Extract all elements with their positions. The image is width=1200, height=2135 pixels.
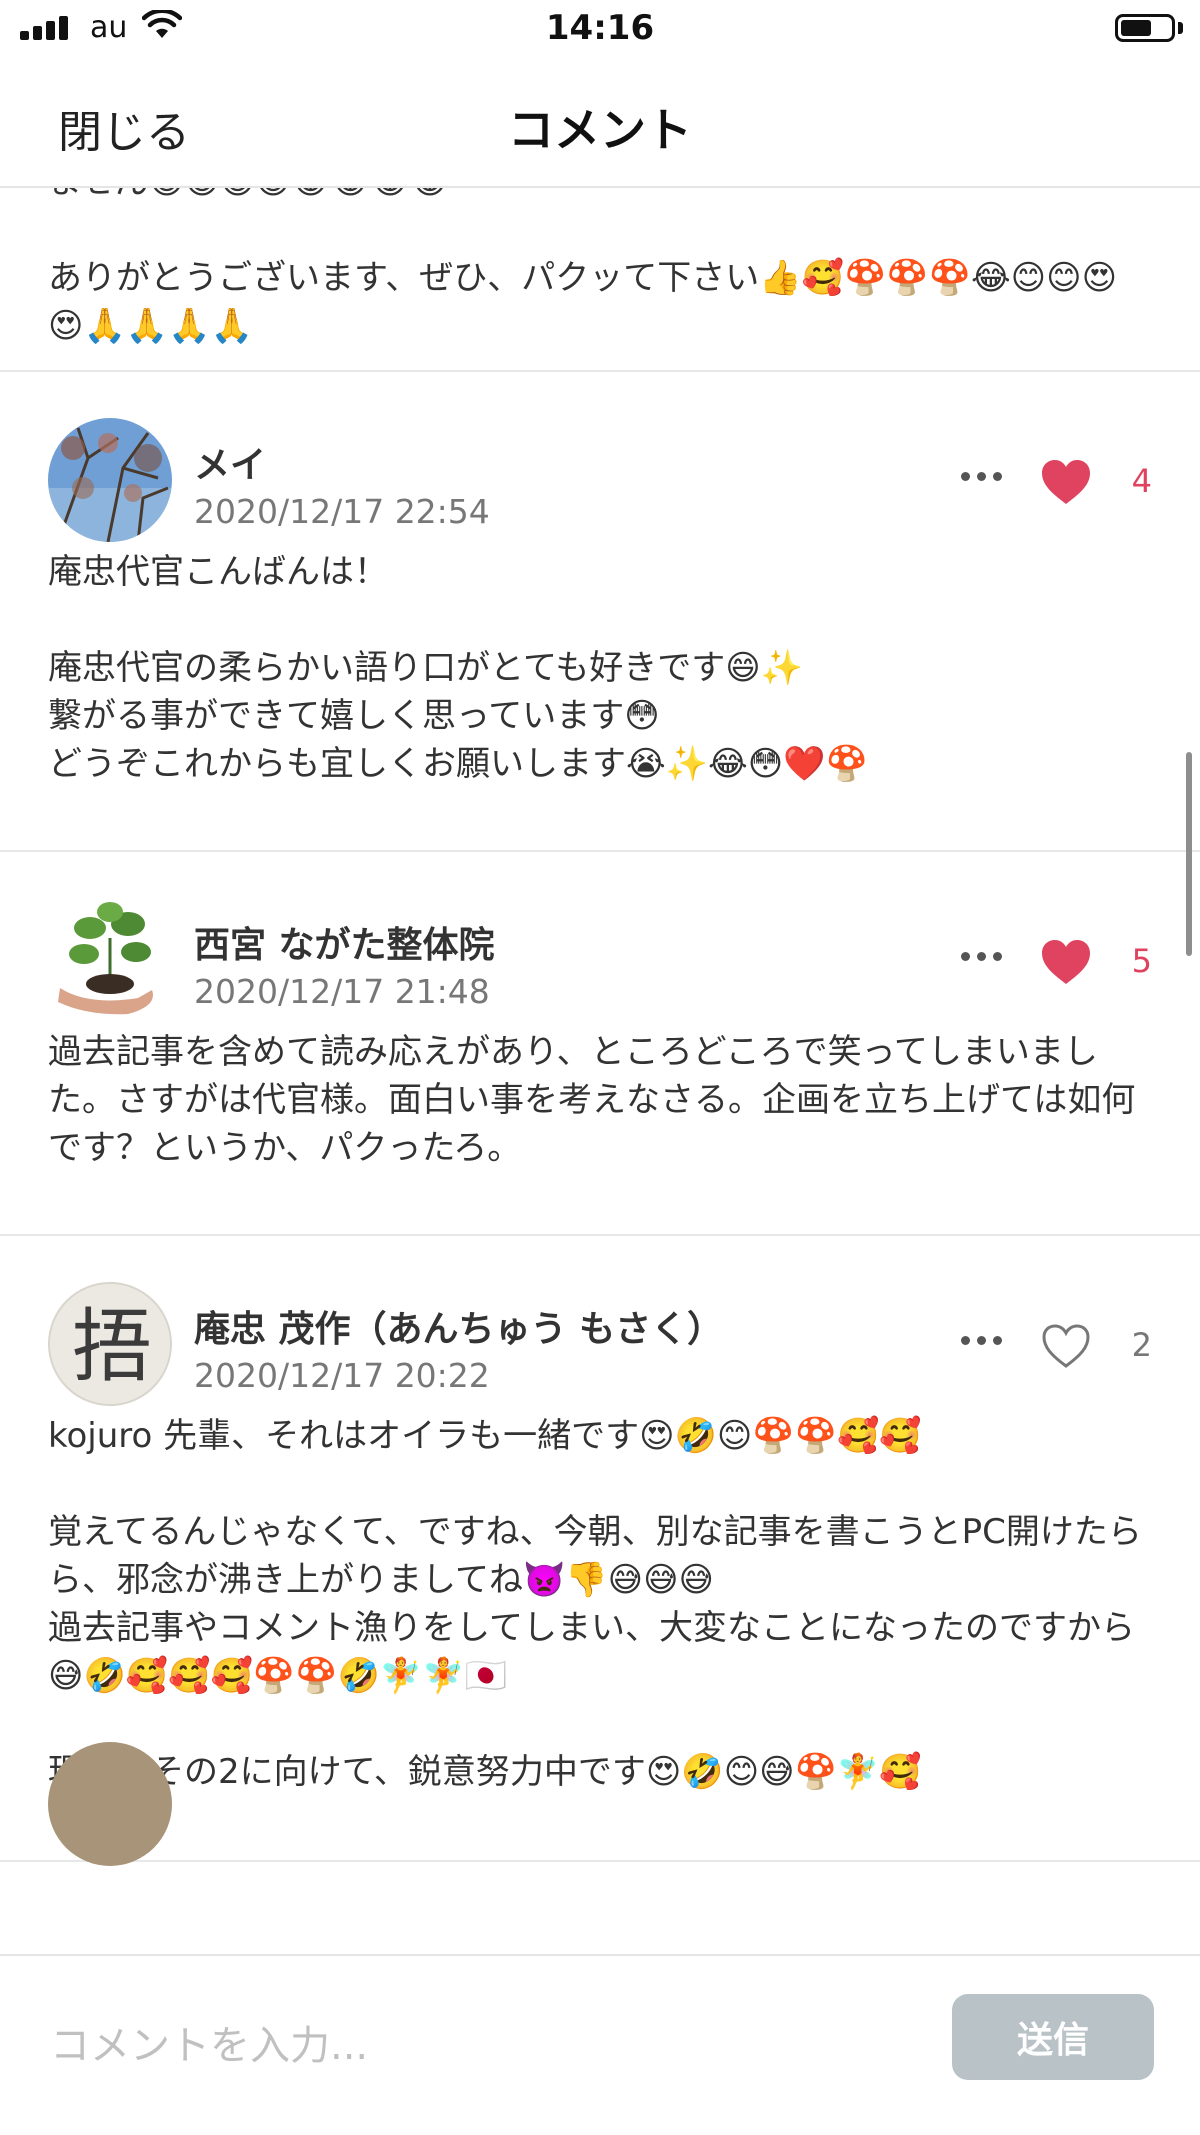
comment-item: 捂 庵忠 茂作（あんちゅう もさく） 2020/12/17 20:22 2 ko… [0,1236,1200,1862]
avatar-tree-photo [48,418,172,542]
like-count: 5 [1131,942,1152,980]
more-options-button[interactable] [961,952,1002,961]
comment-timestamp: 2020/12/17 22:54 [194,492,490,531]
comment-composer: 送信 [0,1954,1200,2135]
author-name[interactable]: メイ [194,436,266,488]
avatar[interactable] [48,898,172,1022]
nav-header: 閉じる コメント [0,60,1200,188]
heart-outline-icon[interactable] [1040,1322,1092,1370]
avatar-calligraphy-image: 捂 [50,1284,170,1404]
like-count: 2 [1131,1326,1152,1364]
avatar[interactable] [48,418,172,542]
comment-timestamp: 2020/12/17 21:48 [194,972,490,1011]
author-name[interactable]: 庵忠 茂作（あんちゅう もさく） [194,1300,723,1352]
avatar[interactable] [48,1742,172,1866]
send-button[interactable]: 送信 [952,1994,1154,2080]
heart-filled-icon[interactable] [1040,458,1092,506]
heart-filled-icon[interactable] [1040,938,1092,986]
comment-item: ません😅😅😅😅😂😂😂😂 ありがとうございます、ぜひ、パクッて下さい👍🥰🍄🍄🍄😂😊… [0,188,1200,372]
status-bar: au 14:16 [0,0,1200,60]
comment-item: メイ 2020/12/17 22:54 4 庵忠代官こんばんは！ 庵忠代官の柔ら… [0,372,1200,852]
more-options-button[interactable] [961,1336,1002,1345]
battery-cap [1178,22,1183,34]
comment-input[interactable] [48,2000,932,2092]
comment-body: 過去記事を含めて読み応えがあり、ところどころで笑ってしまいました。さすがは代官様… [48,1032,1136,1168]
comment-list[interactable]: ません😅😅😅😅😂😂😂😂 ありがとうございます、ぜひ、パクッて下さい👍🥰🍄🍄🍄😂😊… [0,188,1200,1954]
author-name[interactable]: 西宮 ながた整体院 [194,916,495,968]
comment-body: kojuro 先輩、それはオイラも一緒です😍🤣😊🍄🍄🥰🥰 覚えてるんじゃなくて、… [48,1416,1142,1792]
more-options-button[interactable] [961,472,1002,481]
status-time: 14:16 [545,8,655,48]
comment-item: 西宮 ながた整体院 2020/12/17 21:48 5 過去記事を含めて読み応… [0,852,1200,1236]
comment-body: 庵忠代官こんばんは！ 庵忠代官の柔らかい語り口がとても好きです😄✨ 繋がる事がで… [48,552,868,784]
avatar-glyph: 捂 [72,1300,152,1393]
comment-timestamp: 2020/12/17 20:22 [194,1356,490,1395]
scroll-indicator[interactable] [1186,752,1192,956]
comment-body: ません😅😅😅😅😂😂😂😂 ありがとうございます、ぜひ、パクッて下さい👍🥰🍄🍄🍄😂😊… [48,188,1118,346]
battery-icon [1115,14,1175,42]
avatar-plant-photo [48,898,172,1022]
avatar[interactable]: 捂 [48,1282,172,1406]
page-title: コメント [508,103,692,157]
like-count: 4 [1131,462,1152,500]
